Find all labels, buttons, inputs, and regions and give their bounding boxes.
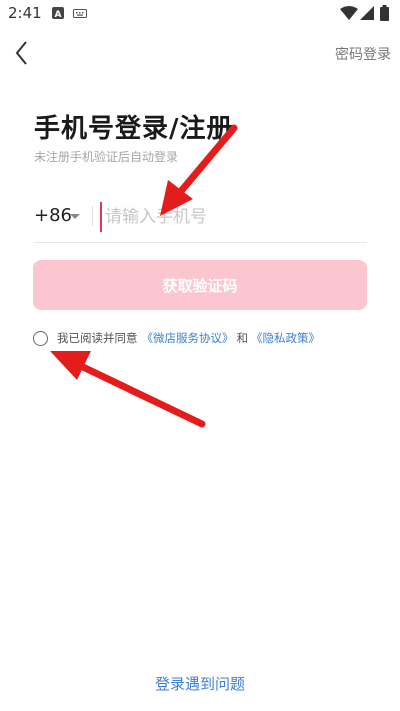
dropdown-arrow-icon[interactable]	[70, 214, 80, 219]
service-agreement-link[interactable]: 《微店服务协议》	[142, 330, 234, 346]
top-bar: 密码登录	[0, 28, 400, 78]
cellular-icon	[360, 6, 374, 20]
battery-icon	[380, 5, 389, 21]
agreement-conjunction: 和	[236, 331, 249, 345]
agree-checkbox[interactable]	[33, 330, 48, 346]
page-title: 手机号登录/注册	[34, 114, 234, 144]
keyboard-icon	[73, 9, 87, 18]
arrow-to-agree-checkbox-icon	[50, 351, 206, 428]
get-verification-code-button[interactable]: 获取验证码	[33, 260, 367, 310]
password-login-button[interactable]: 密码登录	[335, 44, 391, 64]
country-code-selector[interactable]: +86	[34, 205, 72, 226]
status-bar: 2:41 A	[0, 0, 400, 28]
agreement-row: 我已阅读并同意 《微店服务协议》 和 《隐私政策》	[33, 329, 320, 347]
status-time: 2:41	[8, 4, 42, 22]
divider	[92, 206, 93, 226]
annotation-arrows	[50, 124, 238, 428]
wifi-icon	[340, 6, 358, 20]
chevron-left-icon[interactable]	[10, 38, 38, 68]
phone-number-input[interactable]	[100, 202, 365, 232]
agreement-prefix: 我已阅读并同意	[57, 331, 138, 345]
svg-text:A: A	[55, 10, 62, 19]
notification-a-icon: A	[52, 7, 64, 19]
phone-input-row: +86	[34, 196, 367, 243]
privacy-policy-link[interactable]: 《隐私政策》	[251, 330, 320, 346]
page-subtitle: 未注册手机验证后自动登录	[34, 150, 179, 164]
login-help-link[interactable]: 登录遇到问题	[0, 673, 400, 694]
